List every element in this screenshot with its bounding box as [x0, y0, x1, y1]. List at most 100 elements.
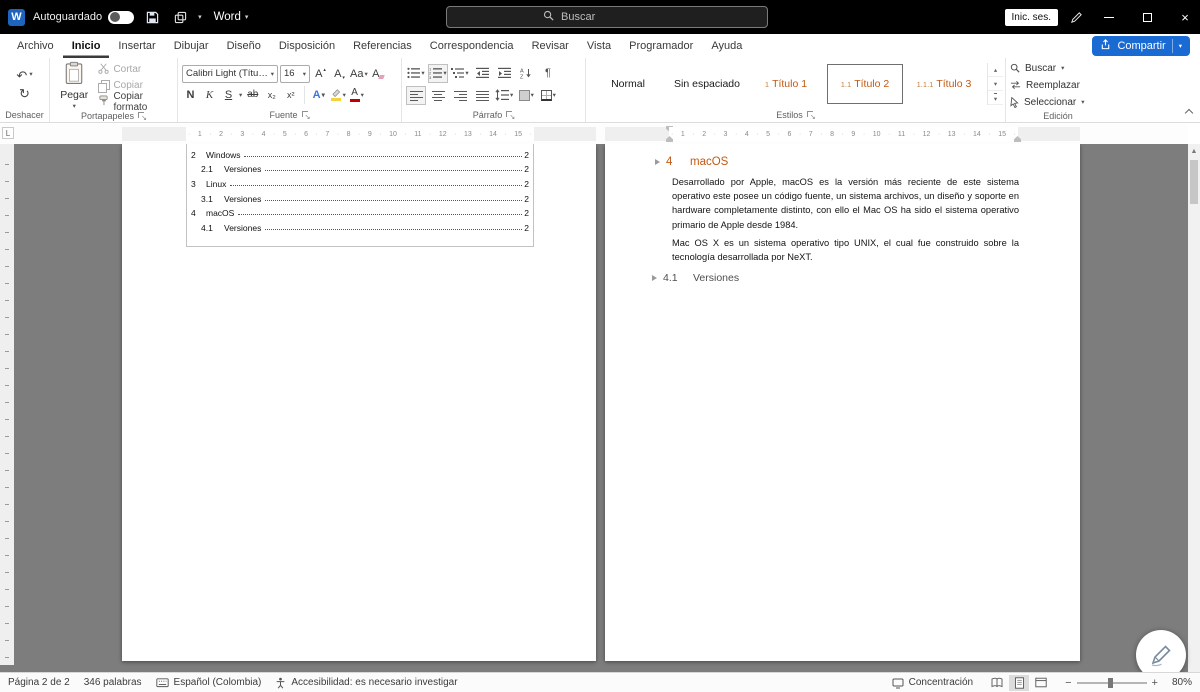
- heading-macos[interactable]: 4 macOS: [655, 156, 728, 168]
- pen-icon[interactable]: [1066, 7, 1086, 27]
- borders-button[interactable]: ▾: [538, 86, 558, 105]
- font-color-button[interactable]: A ▾: [348, 86, 365, 104]
- autosave-control[interactable]: Autoguardado: [33, 10, 135, 24]
- tab-ayuda[interactable]: Ayuda: [702, 34, 751, 58]
- decrease-indent-button[interactable]: [472, 64, 492, 83]
- qat-chevron-icon[interactable]: ▾: [198, 13, 202, 21]
- dialog-launcher-icon[interactable]: [806, 110, 816, 121]
- print-layout-button[interactable]: [1009, 674, 1030, 691]
- tab-insertar[interactable]: Insertar: [109, 34, 164, 58]
- heading-versiones[interactable]: 4.1 Versiones: [652, 272, 739, 284]
- toc-entry[interactable]: 2 Windows 2: [191, 145, 529, 160]
- page-indicator[interactable]: Página 2 de 2: [8, 677, 70, 688]
- pen-floating-button[interactable]: [1136, 630, 1186, 672]
- replace-button[interactable]: Reemplazar: [1010, 78, 1080, 92]
- dialog-launcher-icon[interactable]: [301, 110, 311, 121]
- word-logo-icon[interactable]: W: [8, 8, 25, 26]
- heading-linux[interactable]: 3 Linux: [655, 144, 716, 147]
- tab-selector[interactable]: L: [2, 127, 14, 139]
- sign-in-button[interactable]: Inic. ses.: [1004, 8, 1058, 26]
- italic-button[interactable]: K: [201, 86, 218, 104]
- undo-button[interactable]: ↶ ▾: [16, 69, 32, 82]
- find-button[interactable]: Buscar ▾: [1010, 61, 1064, 75]
- toc-entry[interactable]: 2.1 Versiones 2: [191, 160, 529, 174]
- tab-diseno[interactable]: Diseño: [218, 34, 270, 58]
- quick-access-icon[interactable]: [170, 7, 190, 27]
- document-page-2[interactable]: 3 Linux 4 macOS Desarrollado por Apple, …: [605, 144, 1080, 661]
- highlight-button[interactable]: ▾: [329, 86, 346, 104]
- tab-disposicion[interactable]: Disposición: [270, 34, 344, 58]
- underline-button[interactable]: S: [220, 86, 237, 104]
- style-titulo-1[interactable]: 1 Título 1: [748, 64, 824, 104]
- cut-button[interactable]: Cortar: [98, 62, 173, 77]
- multilevel-list-button[interactable]: ▾: [450, 64, 470, 83]
- document-page-1[interactable]: 2 Windows 2 2.1 Versiones 2 3 Linux 2 3.…: [122, 144, 596, 661]
- styles-more-button[interactable]: ▾: [988, 91, 1003, 105]
- justify-button[interactable]: [472, 86, 492, 105]
- numbering-button[interactable]: 123 ▾: [428, 63, 448, 83]
- bold-button[interactable]: N: [182, 86, 199, 104]
- horizontal-ruler[interactable]: L · 1 · 2 · 3 · 4 · 5 · 6 · 7 · 8 · 9 · 10 · 11 · 12 · 13 · 14 · 15 · …: [0, 124, 1188, 144]
- text-effects-button[interactable]: A ▾: [310, 86, 327, 104]
- body-paragraph[interactable]: Desarrollado por Apple, macOS es la vers…: [672, 175, 1019, 232]
- toc-entry[interactable]: 3.1 Versiones 2: [191, 189, 529, 204]
- dialog-launcher-icon[interactable]: [138, 112, 147, 122]
- app-menu[interactable]: Word ▾: [210, 11, 249, 23]
- zoom-control[interactable]: − +: [1065, 677, 1158, 689]
- share-button[interactable]: Compartir ▾: [1092, 36, 1190, 56]
- ruler-segment-page1[interactable]: · 1 · 2 · 3 · 4 · 5 · 6 · 7 · 8 · 9 · 10 · 11 · 12 · 13 · 14 · 15 ·: [122, 127, 596, 141]
- line-spacing-button[interactable]: ▾: [494, 86, 514, 105]
- tab-dibujar[interactable]: Dibujar: [165, 34, 218, 58]
- minimize-button[interactable]: [1094, 0, 1124, 34]
- style-titulo-3[interactable]: 1.1.1 Título 3: [906, 64, 982, 104]
- scrollbar-thumb[interactable]: [1190, 160, 1198, 204]
- scroll-up-arrow[interactable]: ▲: [1188, 144, 1200, 158]
- style-normal[interactable]: Normal: [590, 64, 666, 104]
- accessibility-status[interactable]: Accesibilidad: es necesario investigar: [275, 677, 458, 689]
- collapse-ribbon-icon[interactable]: [1184, 108, 1194, 118]
- show-paragraph-marks-button[interactable]: ¶: [538, 64, 558, 83]
- tab-referencias[interactable]: Referencias: [344, 34, 421, 58]
- shrink-font-button[interactable]: A ▾: [331, 65, 348, 83]
- toc-entry[interactable]: 4.1 Versiones 2: [191, 218, 529, 233]
- zoom-percentage[interactable]: 80%: [1172, 677, 1192, 688]
- redo-button[interactable]: ↻: [19, 87, 30, 100]
- bullets-button[interactable]: ▾: [406, 64, 426, 83]
- focus-mode-button[interactable]: Concentración: [892, 677, 973, 689]
- font-size-select[interactable]: 16 ▾: [280, 64, 310, 83]
- tab-revisar[interactable]: Revisar: [523, 34, 578, 58]
- clear-formatting-button[interactable]: A: [370, 65, 387, 83]
- tab-vista[interactable]: Vista: [578, 34, 620, 58]
- align-center-button[interactable]: [428, 86, 448, 105]
- paste-button[interactable]: Pegar ▾: [54, 61, 94, 110]
- vertical-ruler[interactable]: [0, 144, 14, 665]
- table-of-contents[interactable]: 2 Windows 2 2.1 Versiones 2 3 Linux 2 3.…: [186, 144, 534, 247]
- maximize-button[interactable]: [1132, 0, 1162, 34]
- dialog-launcher-icon[interactable]: [506, 110, 515, 121]
- grow-font-button[interactable]: A ▴: [312, 65, 329, 83]
- increase-indent-button[interactable]: [494, 64, 514, 83]
- search-box[interactable]: Buscar: [446, 6, 768, 28]
- body-paragraph[interactable]: Mac OS X es un sistema operativo tipo UN…: [672, 236, 1019, 264]
- collapse-triangle-icon[interactable]: [655, 159, 660, 165]
- zoom-slider-thumb[interactable]: [1108, 677, 1114, 688]
- toc-entry[interactable]: 3 Linux 2: [191, 174, 529, 189]
- change-case-button[interactable]: Aa ▾: [350, 65, 368, 83]
- tab-archivo[interactable]: Archivo: [8, 34, 63, 58]
- font-name-select[interactable]: Calibri Light (Títulos ▾: [182, 64, 278, 83]
- tab-inicio[interactable]: Inicio: [63, 34, 110, 58]
- style-sin-espaciado[interactable]: Sin espaciado: [669, 64, 745, 104]
- web-layout-button[interactable]: [1031, 675, 1051, 691]
- sort-button[interactable]: AZ: [516, 64, 536, 83]
- format-painter-button[interactable]: Copiar formato: [98, 91, 173, 113]
- align-left-button[interactable]: [406, 85, 426, 105]
- shading-button[interactable]: ▾: [516, 86, 536, 105]
- subscript-button[interactable]: x₂: [263, 86, 280, 104]
- language-indicator[interactable]: Español (Colombia): [155, 677, 261, 688]
- chevron-down-icon[interactable]: ▾: [239, 91, 242, 99]
- close-button[interactable]: ×: [1170, 0, 1200, 34]
- superscript-button[interactable]: x²: [282, 86, 299, 104]
- style-titulo-2[interactable]: 1.1 Título 2: [827, 64, 903, 104]
- toc-entry[interactable]: 4 macOS 2: [191, 204, 529, 218]
- zoom-slider[interactable]: [1076, 677, 1147, 688]
